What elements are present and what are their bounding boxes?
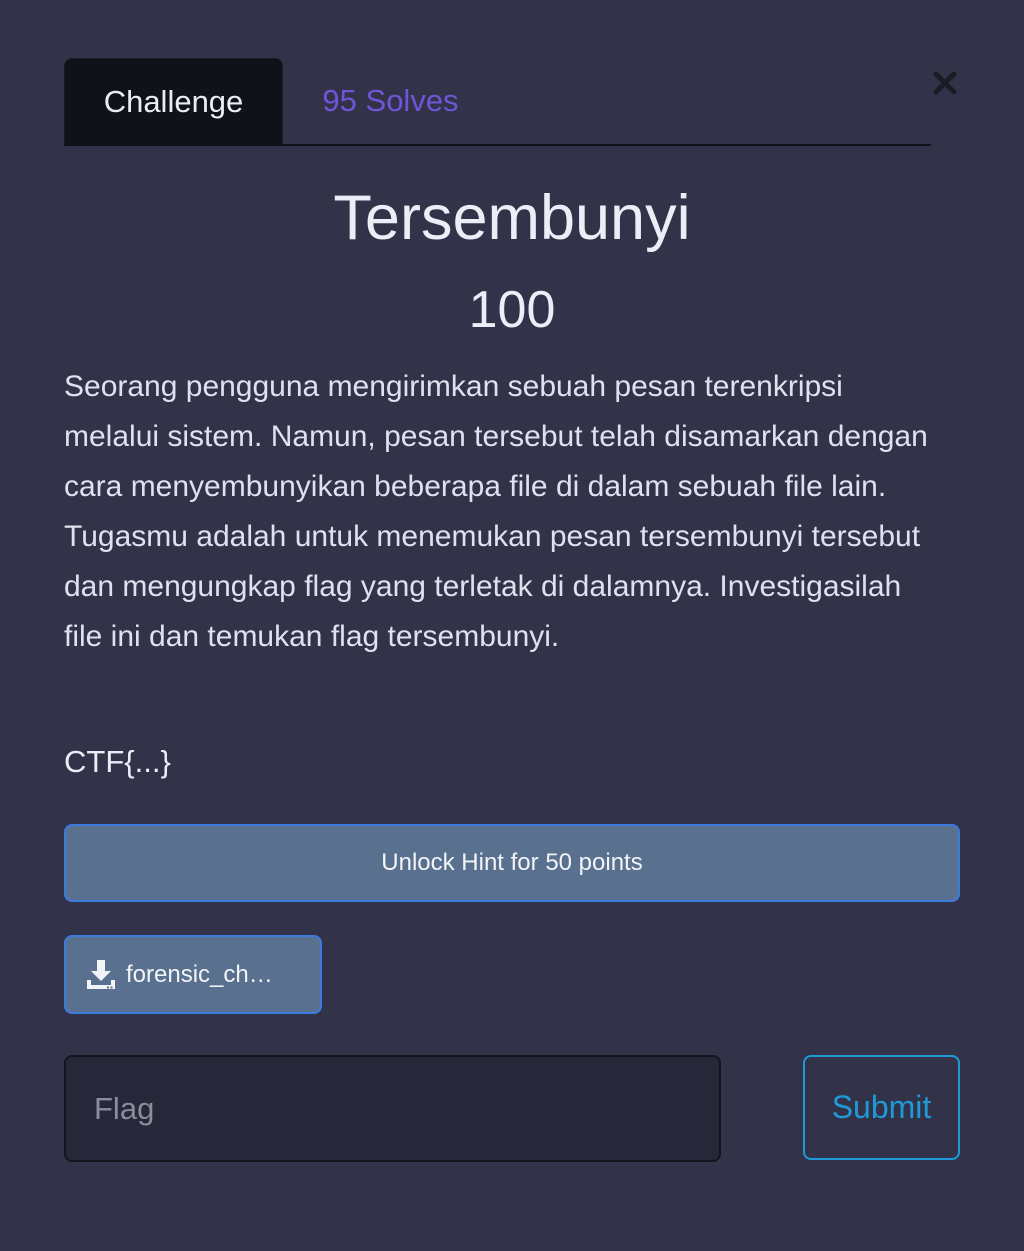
challenge-modal: Challenge 95 Solves Tersembunyi 100 Seor… [0,0,1024,1251]
tab-solves[interactable]: 95 Solves [283,58,498,144]
close-icon [933,71,957,95]
tab-solves-label: 95 Solves [322,83,459,118]
file-name: forensic_ch… [126,960,273,988]
tab-challenge-label: Challenge [103,83,244,119]
flag-format-text: CTF{...} [64,744,171,779]
download-file-button[interactable]: forensic_ch… [64,935,322,1014]
challenge-description: Seorang pengguna mengirimkan sebuah pesa… [64,370,928,653]
flag-input[interactable] [64,1055,721,1162]
download-icon [87,959,115,989]
challenge-tabs: Challenge 95 Solves [64,58,931,146]
challenge-title: Tersembunyi [333,183,691,253]
challenge-points: 100 [468,281,556,339]
unlock-hint-label: Unlock Hint for 50 points [381,849,643,876]
submit-label: Submit [831,1089,932,1125]
close-button[interactable] [928,66,962,100]
submit-button[interactable]: Submit [803,1055,960,1160]
unlock-hint-button[interactable]: Unlock Hint for 50 points [64,824,960,902]
tab-challenge[interactable]: Challenge [64,58,283,144]
